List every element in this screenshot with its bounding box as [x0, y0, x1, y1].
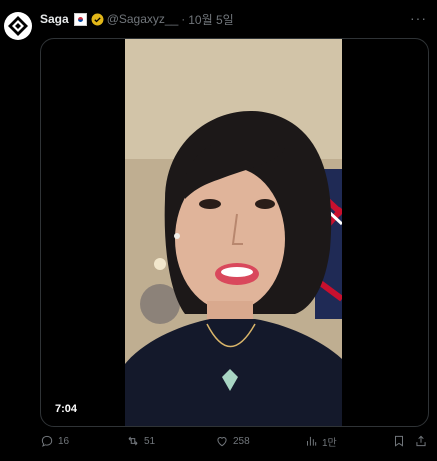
- reply-button[interactable]: 16: [40, 434, 69, 448]
- avatar[interactable]: [4, 12, 32, 40]
- tweet-date[interactable]: 10월 5일: [188, 11, 233, 28]
- heart-icon: [217, 437, 227, 447]
- share-button[interactable]: [414, 434, 428, 448]
- video-player[interactable]: 7:04: [40, 38, 429, 427]
- author-handle[interactable]: @Sagaxyz__: [107, 12, 179, 26]
- author-name[interactable]: Saga: [40, 12, 69, 26]
- more-options-icon[interactable]: ···: [410, 10, 427, 26]
- video-duration: 7:04: [51, 402, 82, 416]
- video-frame[interactable]: [125, 39, 342, 426]
- share-icon: [416, 435, 426, 447]
- retweet-icon: [128, 436, 138, 446]
- retweet-button[interactable]: 51: [126, 434, 155, 448]
- view-count: 1만: [322, 437, 337, 449]
- reply-icon: [41, 435, 53, 447]
- bookmark-icon: [395, 435, 403, 447]
- korea-flag-icon: [73, 12, 87, 26]
- like-count: 258: [233, 435, 250, 447]
- like-button[interactable]: 258: [215, 434, 250, 448]
- bookmark-button[interactable]: [392, 434, 406, 448]
- separator-dot: ·: [181, 12, 186, 26]
- views-button[interactable]: 1만: [304, 434, 337, 449]
- verified-badge-icon: [91, 13, 104, 25]
- tweet-header: Saga @Sagaxyz__ · 10월 5일: [40, 10, 234, 28]
- tweet-actions: 16 51 258 1만: [40, 432, 430, 450]
- saga-logo-icon: [8, 16, 28, 36]
- analytics-icon: [307, 436, 317, 446]
- reply-count: 16: [58, 435, 70, 447]
- retweet-count: 51: [144, 435, 156, 447]
- video-still-image: [125, 39, 342, 426]
